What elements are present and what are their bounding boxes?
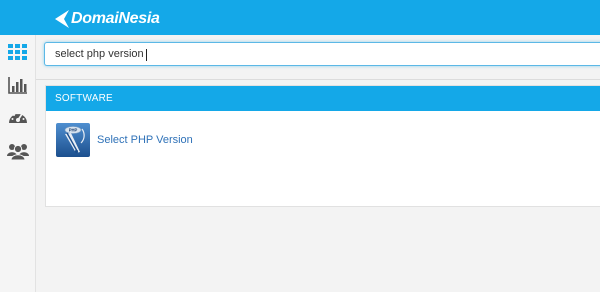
brand-logo[interactable]: DomaiNesia <box>54 8 160 30</box>
top-bar: DomaiNesia <box>0 0 600 35</box>
search-input[interactable] <box>45 43 600 65</box>
sidebar-item-stats[interactable] <box>4 72 32 98</box>
brand-name: DomaiNesia <box>71 10 160 27</box>
dashboard-gauge-icon <box>9 112 27 123</box>
sidebar-item-users[interactable] <box>4 138 32 164</box>
search-box[interactable] <box>44 42 600 66</box>
grid-icon <box>8 44 27 60</box>
section-header: SOFTWARE <box>46 86 600 111</box>
php-selector-icon[interactable]: PHP <box>56 123 90 157</box>
app-item-select-php-version[interactable]: PHP Select PHP Version <box>56 123 193 157</box>
main-content: SOFTWARE PHP Select PHP Version <box>36 35 600 292</box>
text-caret <box>146 49 147 61</box>
sidebar-item-home[interactable] <box>4 39 32 65</box>
app-item-label[interactable]: Select PHP Version <box>97 134 193 146</box>
sidebar-item-dashboard[interactable] <box>4 105 32 131</box>
bar-chart-icon <box>8 77 27 94</box>
results-panel: SOFTWARE PHP Select PHP Version <box>45 85 600 207</box>
users-icon <box>7 144 29 160</box>
logo-mark-icon <box>55 10 69 28</box>
php-icon-text: PHP <box>69 128 78 133</box>
section-title: SOFTWARE <box>55 93 113 104</box>
sidebar <box>0 35 36 292</box>
divider <box>36 79 600 80</box>
